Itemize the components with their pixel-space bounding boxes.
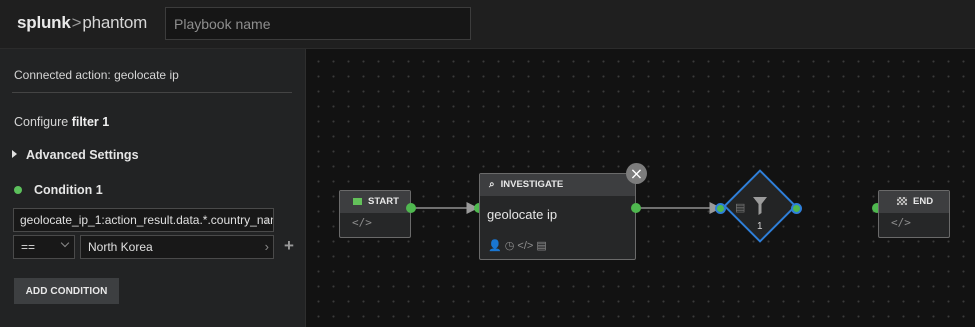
advanced-settings-toggle[interactable]: Advanced Settings xyxy=(12,148,139,162)
end-node-header: END xyxy=(879,191,949,213)
divider xyxy=(12,92,292,93)
code-icon[interactable]: </> xyxy=(340,213,410,229)
splunk-phantom-logo: splunk>phantom xyxy=(17,13,148,32)
configure-heading: Configure filter 1 xyxy=(14,115,110,129)
connected-action-label: Connected action: geolocate ip xyxy=(14,68,179,82)
caret-right-icon xyxy=(12,150,17,158)
filter-icon xyxy=(753,197,767,215)
code-icon[interactable]: </> xyxy=(879,213,949,229)
investigate-node-header: ⌕ INVESTIGATE xyxy=(480,174,635,196)
condition-field-selector[interactable]: geolocate_ip_1:action_result.data.*.coun… xyxy=(13,208,274,232)
filter-output-port[interactable] xyxy=(791,203,802,214)
add-condition-button[interactable]: ADD CONDITION xyxy=(14,278,119,304)
status-dot-icon xyxy=(14,186,22,194)
playbook-name-input[interactable] xyxy=(165,7,471,40)
chevron-right-icon: › xyxy=(264,212,269,227)
document-icon: ▤ xyxy=(735,202,746,214)
start-node[interactable]: START </> xyxy=(339,190,411,238)
close-node-button[interactable]: × xyxy=(626,163,647,184)
flag-icon xyxy=(353,198,362,205)
condition-heading: Condition 1 xyxy=(14,183,103,197)
start-node-header: START xyxy=(340,191,410,213)
playbook-canvas[interactable] xyxy=(306,49,975,327)
filter-count: 1 xyxy=(757,221,763,232)
start-output-port[interactable] xyxy=(406,203,416,213)
investigate-node[interactable]: ⌕ INVESTIGATE geolocate ip 👤 ◷ </> ▤ xyxy=(479,173,636,260)
top-bar: splunk>phantom xyxy=(0,0,975,49)
end-node[interactable]: END </> xyxy=(878,190,950,238)
node-action-icons[interactable]: 👤 ◷ </> ▤ xyxy=(488,239,547,252)
action-name: geolocate ip xyxy=(487,207,558,222)
filter-config-panel: Connected action: geolocate ip Configure… xyxy=(0,49,306,327)
chevron-down-icon xyxy=(60,238,70,248)
condition-value-field[interactable]: North Korea › xyxy=(80,235,274,259)
chevron-right-icon: › xyxy=(264,239,269,254)
investigate-output-port[interactable] xyxy=(631,203,641,213)
add-clause-plus-icon[interactable]: + xyxy=(284,236,294,256)
search-icon: ⌕ xyxy=(489,179,495,190)
operator-select[interactable]: == xyxy=(13,235,75,259)
finish-flag-icon xyxy=(897,197,907,205)
